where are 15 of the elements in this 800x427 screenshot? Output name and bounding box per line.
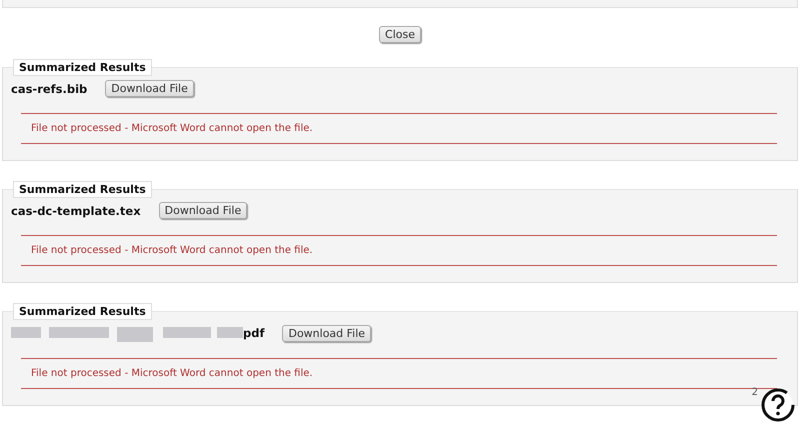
error-message: File not processed - Microsoft Word cannot open the file.	[21, 113, 777, 144]
help-icon[interactable]	[760, 387, 796, 423]
close-button[interactable]: Close	[379, 26, 421, 43]
error-message: File not processed - Microsoft Word cannot open the file.	[21, 235, 777, 266]
file-name: pdf	[243, 326, 264, 340]
panel-legend: Summarized Results	[13, 181, 152, 198]
help-count-label: 2	[752, 387, 758, 398]
error-message: File not processed - Microsoft Word cannot open the file.	[21, 358, 777, 389]
download-button[interactable]: Download File	[158, 202, 248, 219]
file-name: cas-refs.bib	[11, 82, 88, 96]
download-button[interactable]: Download File	[282, 324, 372, 342]
download-button[interactable]: Download File	[105, 80, 194, 97]
file-name: cas-dc-template.tex	[11, 204, 141, 218]
panel-legend: Summarized Results	[13, 303, 152, 320]
panel-legend: Summarized Results	[13, 59, 152, 76]
